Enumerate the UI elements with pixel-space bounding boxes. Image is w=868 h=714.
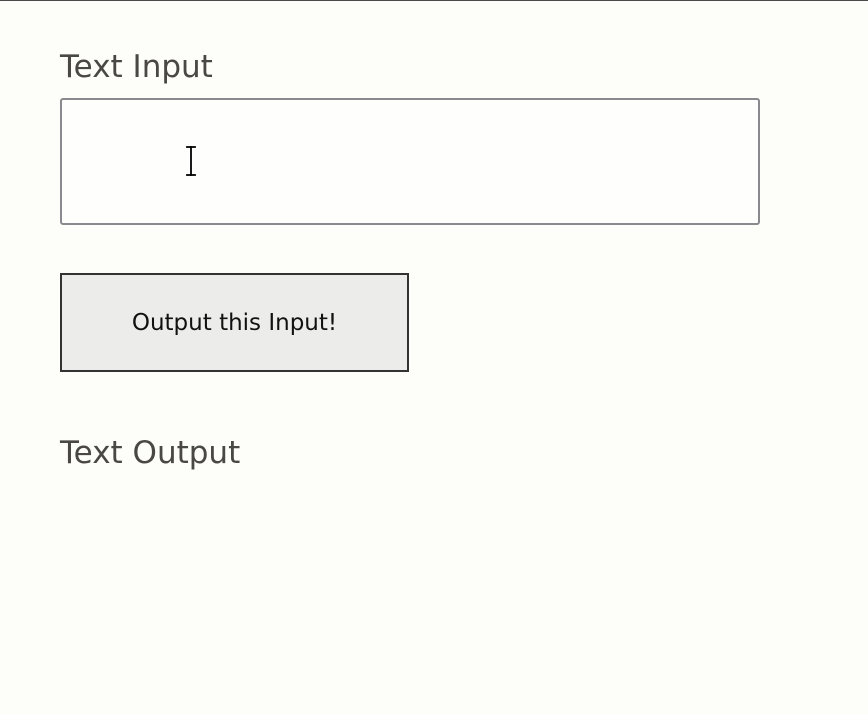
top-border [0, 0, 868, 1]
text-input-label: Text Input [60, 49, 213, 85]
text-output-label: Text Output [60, 435, 241, 471]
output-input-button[interactable]: Output this Input! [60, 273, 409, 372]
text-output-area [60, 490, 760, 530]
text-input-field[interactable] [60, 98, 760, 225]
